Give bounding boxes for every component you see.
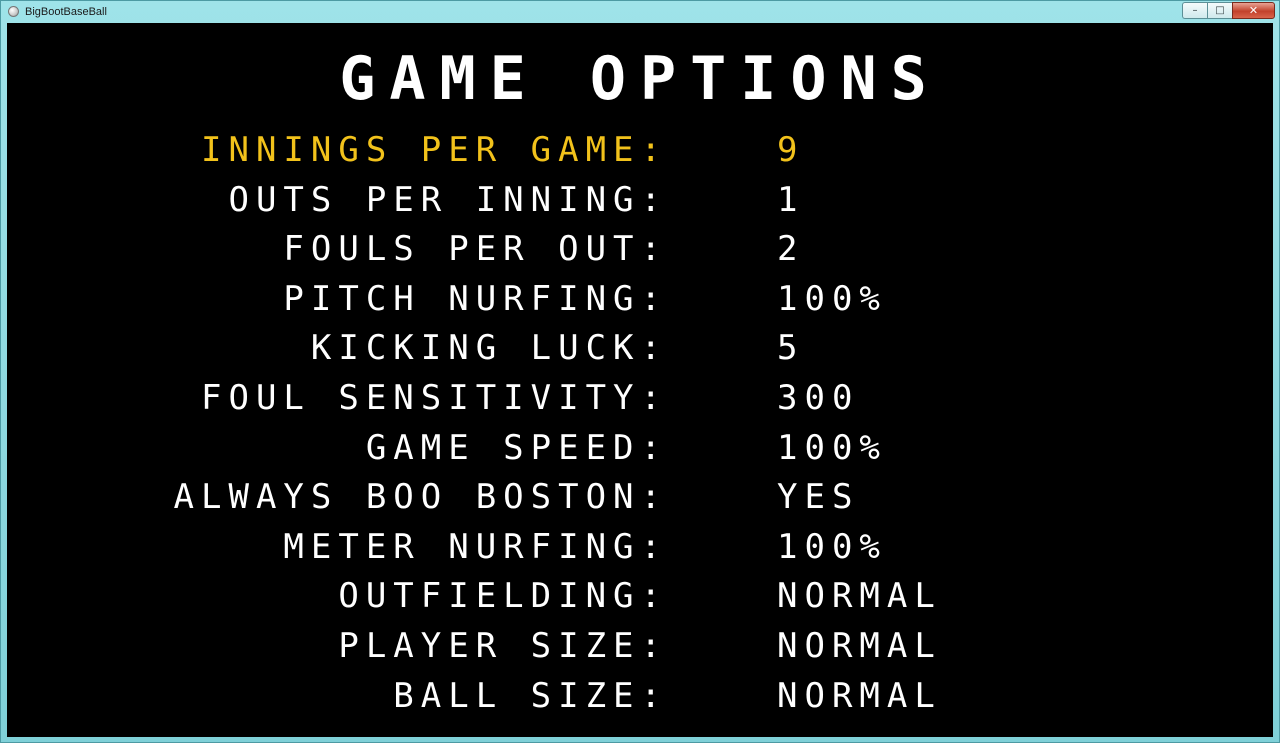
option-label: Innings per game: (201, 130, 668, 170)
option-label: Game Speed: (365, 427, 668, 468)
window-title: BigBootBaseBall (25, 6, 107, 18)
option-label: Foul sensitivity: (201, 377, 668, 418)
option-always-boo-boston[interactable]: Always boo Boston: Yes (7, 474, 1273, 524)
option-value: 2 (777, 229, 805, 270)
option-pitch-nurfing[interactable]: Pitch nurfing: 100% (7, 276, 1273, 326)
window-titlebar[interactable]: BigBootBaseBall – □ ✕ (1, 1, 1279, 23)
option-value: 5 (777, 328, 805, 369)
minimize-button[interactable]: – (1182, 2, 1207, 19)
option-value: 300 (777, 377, 860, 418)
close-icon: ✕ (1248, 4, 1259, 17)
option-value: Normal (777, 675, 942, 716)
game-screen: Game Options Innings per game: 9 Outs pe… (7, 23, 1273, 737)
option-value: Normal (777, 625, 942, 666)
option-label: Meter Nurfing: (283, 526, 668, 567)
option-fouls-per-out[interactable]: Fouls per out: 2 (7, 226, 1273, 276)
option-game-speed[interactable]: Game Speed: 100% (7, 425, 1273, 475)
option-label: Outfielding: (338, 576, 668, 617)
option-foul-sensitivity[interactable]: Foul sensitivity: 300 (7, 375, 1273, 425)
option-meter-nurfing[interactable]: Meter Nurfing: 100% (7, 524, 1273, 574)
minimize-icon: – (1192, 4, 1198, 16)
option-value: 100% (777, 427, 887, 468)
maximize-button[interactable]: □ (1207, 2, 1232, 19)
option-kicking-luck[interactable]: Kicking luck: 5 (7, 325, 1273, 375)
option-label: Fouls per out: (283, 229, 668, 270)
option-label: Kicking luck: (310, 328, 668, 369)
option-label: Outs per inning: (228, 179, 668, 220)
option-value: 100% (777, 278, 887, 319)
app-window: BigBootBaseBall – □ ✕ Game Options Innin… (0, 0, 1280, 743)
option-value: 9 (777, 130, 805, 170)
close-button[interactable]: ✕ (1232, 2, 1275, 19)
option-label: Ball Size: (393, 675, 668, 716)
option-outfielding[interactable]: Outfielding: Normal (7, 573, 1273, 623)
maximize-icon: □ (1215, 4, 1225, 16)
screen-title: Game Options (339, 44, 941, 114)
option-label: Player Size: (338, 625, 668, 666)
option-value: Normal (777, 576, 942, 617)
option-value: Yes (777, 477, 860, 518)
option-outs-per-inning[interactable]: Outs per inning: 1 (7, 177, 1273, 227)
option-innings-per-game[interactable]: Innings per game: 9 (7, 127, 1273, 177)
option-value: 1 (777, 179, 805, 220)
options-menu: Innings per game: 9 Outs per inning: 1 F… (7, 127, 1273, 722)
option-label: Always boo Boston: (173, 477, 668, 518)
option-player-size[interactable]: Player Size: Normal (7, 623, 1273, 673)
option-ball-size[interactable]: Ball Size: Normal (7, 673, 1273, 723)
option-label: Pitch nurfing: (283, 278, 668, 319)
baseball-icon (8, 6, 19, 17)
window-controls: – □ ✕ (1182, 2, 1275, 19)
option-value: 100% (777, 526, 887, 567)
